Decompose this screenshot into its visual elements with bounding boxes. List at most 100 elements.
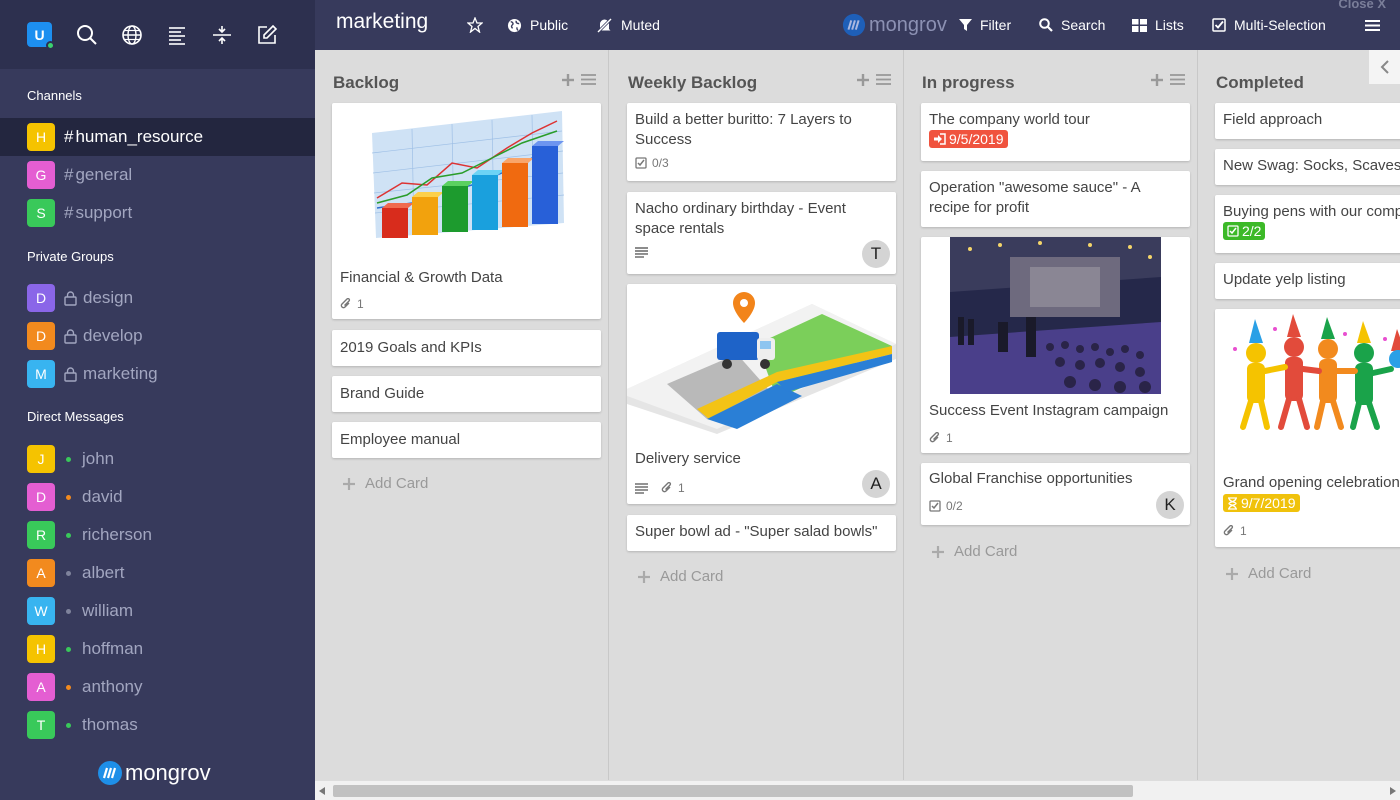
dm-name: albert bbox=[82, 563, 125, 582]
horizontal-scrollbar[interactable] bbox=[315, 780, 1400, 800]
member-avatar[interactable]: K bbox=[1156, 491, 1184, 519]
hash-icon: # bbox=[64, 127, 74, 146]
dm-item-john[interactable]: Jjohn bbox=[0, 440, 315, 478]
dm-name: john bbox=[82, 449, 115, 468]
member-avatar[interactable]: A bbox=[862, 470, 890, 498]
muted-label: Muted bbox=[621, 17, 660, 33]
channel-item-human_resource[interactable]: H # human_resource bbox=[0, 118, 315, 156]
lock-icon bbox=[64, 366, 77, 382]
dm-item-william[interactable]: Wwilliam bbox=[0, 592, 315, 630]
dm-name: hoffman bbox=[82, 639, 144, 658]
multi-selection-button[interactable]: Multi-Selection bbox=[1212, 0, 1326, 50]
search-icon[interactable] bbox=[76, 24, 98, 46]
card-title: Super bowl ad - "Super salad bowls" bbox=[635, 523, 878, 540]
list-icon[interactable] bbox=[166, 24, 188, 46]
group-item-design[interactable]: Ddesign bbox=[0, 279, 315, 317]
dm-item-albert[interactable]: Aalbert bbox=[0, 554, 315, 592]
board-title: marketing bbox=[336, 10, 429, 33]
dm-item-richerson[interactable]: Rricherson bbox=[0, 516, 315, 554]
card[interactable]: Super bowl ad - "Super salad bowls" bbox=[627, 515, 896, 551]
event-photo bbox=[950, 237, 1161, 394]
user-avatar-initial: U bbox=[34, 26, 45, 43]
star-button[interactable] bbox=[467, 0, 483, 50]
add-card-button[interactable]: Add Card bbox=[343, 475, 428, 492]
list-menu-icon[interactable] bbox=[876, 73, 891, 87]
channel-item-general[interactable]: G # general bbox=[0, 156, 315, 194]
card[interactable]: Success Event Instagram campaign 1 bbox=[921, 237, 1190, 453]
member-avatar[interactable]: T bbox=[862, 240, 890, 268]
card[interactable]: Grand opening celebration 9/7/2019 1 bbox=[1215, 309, 1400, 547]
scrollbar-thumb[interactable] bbox=[333, 785, 1133, 797]
muted-button[interactable]: Muted bbox=[596, 0, 660, 50]
checklist-icon bbox=[1227, 225, 1239, 237]
compose-icon[interactable] bbox=[256, 24, 278, 46]
dm-item-thomas[interactable]: Tthomas bbox=[0, 706, 315, 744]
card-title: New Swag: Socks, Scaves bbox=[1223, 157, 1400, 174]
card[interactable]: Financial & Growth Data 1 bbox=[332, 103, 601, 319]
card[interactable]: Employee manual bbox=[332, 422, 601, 458]
card-title: Delivery service bbox=[635, 450, 741, 467]
card-meta: 1 bbox=[627, 481, 693, 495]
card[interactable]: Delivery service 1 A bbox=[627, 284, 896, 504]
presence-dot bbox=[66, 494, 71, 500]
close-button[interactable]: Close X bbox=[1338, 0, 1386, 11]
group-name: design bbox=[83, 288, 134, 307]
list-menu-icon[interactable] bbox=[581, 73, 596, 87]
card[interactable]: Operation "awesome sauce" - A recipe for… bbox=[921, 171, 1190, 227]
card[interactable]: 2019 Goals and KPIs bbox=[332, 330, 601, 366]
filter-icon bbox=[959, 18, 972, 31]
mute-bell-icon bbox=[596, 17, 613, 33]
attachment-icon bbox=[1223, 525, 1235, 537]
card[interactable]: Update yelp listing bbox=[1215, 263, 1400, 299]
add-card-label: Add Card bbox=[365, 475, 429, 492]
dm-name: richerson bbox=[82, 525, 152, 544]
dm-item-anthony[interactable]: Aanthony bbox=[0, 668, 315, 706]
card-title: 2019 Goals and KPIs bbox=[340, 339, 482, 356]
globe-icon[interactable] bbox=[121, 24, 143, 46]
card-title: Nacho ordinary birthday - Event space re… bbox=[635, 200, 846, 237]
card[interactable]: Build a better buritto: 7 Layers to Succ… bbox=[627, 103, 896, 181]
card[interactable]: The company world tour 9/5/2019 bbox=[921, 103, 1190, 161]
channel-item-support[interactable]: S # support bbox=[0, 194, 315, 232]
channels-title: Channels bbox=[27, 88, 82, 103]
user-avatar[interactable]: U bbox=[27, 22, 55, 50]
multi-selection-label: Multi-Selection bbox=[1234, 17, 1326, 33]
public-button[interactable]: Public bbox=[507, 0, 568, 50]
list-title: Weekly Backlog bbox=[628, 73, 758, 92]
card[interactable]: Buying pens with our comp 2/2 bbox=[1215, 195, 1400, 253]
card[interactable]: New Swag: Socks, Scaves bbox=[1215, 149, 1400, 185]
card-title: Financial & Growth Data bbox=[340, 269, 503, 286]
dm-item-hoffman[interactable]: Hhoffman bbox=[0, 630, 315, 668]
group-item-marketing[interactable]: Mmarketing bbox=[0, 355, 315, 393]
checklist-icon bbox=[635, 157, 647, 169]
group-item-develop[interactable]: Ddevelop bbox=[0, 317, 315, 355]
card-title: Employee manual bbox=[340, 431, 461, 448]
group-avatar: D bbox=[27, 284, 55, 312]
card[interactable]: Nacho ordinary birthday - Event space re… bbox=[627, 192, 896, 274]
scroll-left-arrow-icon[interactable] bbox=[319, 787, 325, 795]
list-weekly-backlog: Weekly Backlog Build a better buritto: 7… bbox=[610, 50, 904, 780]
lists-button[interactable]: Lists bbox=[1132, 0, 1184, 50]
collapse-button[interactable] bbox=[1369, 50, 1400, 84]
sort-icon[interactable] bbox=[211, 24, 233, 46]
add-card-button[interactable]: Add Card bbox=[932, 543, 1017, 560]
group-name: marketing bbox=[83, 364, 158, 383]
card[interactable]: Field approach bbox=[1215, 103, 1400, 139]
search-button[interactable]: Search bbox=[1039, 0, 1105, 50]
list-menu-icon[interactable] bbox=[1170, 73, 1185, 87]
channel-avatar: H bbox=[27, 123, 55, 151]
add-card-button[interactable]: Add Card bbox=[638, 568, 723, 585]
list-in-progress: In progress The company world tour 9/5/2… bbox=[904, 50, 1198, 780]
dm-avatar: T bbox=[27, 711, 55, 739]
dm-item-david[interactable]: Ddavid bbox=[0, 478, 315, 516]
card[interactable]: Global Franchise opportunities 0/2 K bbox=[921, 463, 1190, 525]
presence-dot bbox=[66, 456, 71, 462]
card[interactable]: Brand Guide bbox=[332, 376, 601, 412]
filter-button[interactable]: Filter bbox=[959, 0, 1011, 50]
add-card-icon[interactable] bbox=[561, 73, 575, 87]
add-card-icon[interactable] bbox=[856, 73, 870, 87]
add-card-icon[interactable] bbox=[1150, 73, 1164, 87]
scroll-right-arrow-icon[interactable] bbox=[1390, 787, 1396, 795]
add-card-button[interactable]: Add Card bbox=[1226, 565, 1311, 582]
mongrov-header-logo-text: mongrov bbox=[869, 13, 947, 36]
